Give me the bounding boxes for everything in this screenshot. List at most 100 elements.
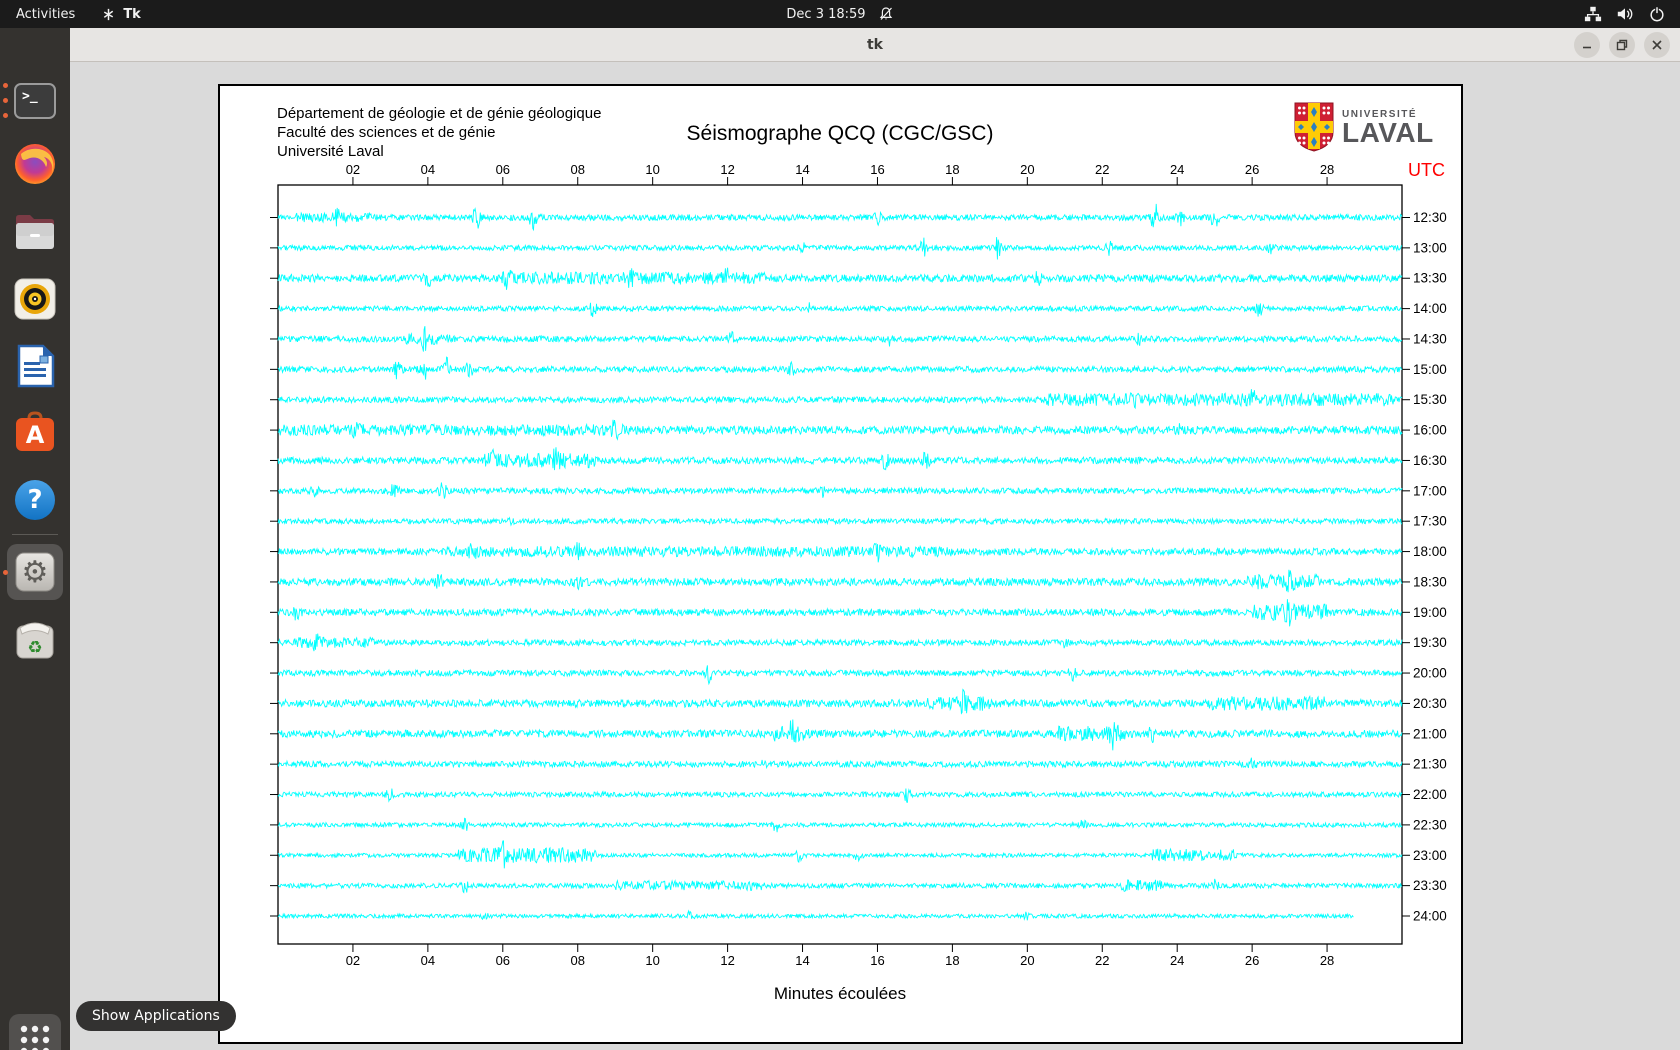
seismic-trace-19:30	[278, 634, 1402, 652]
dock-item-help[interactable]: ?	[11, 476, 59, 524]
seismic-trace-13:30	[278, 268, 1402, 290]
activities-button[interactable]: Activities	[0, 0, 91, 28]
seismic-trace-16:30	[278, 447, 1402, 470]
seismic-trace-21:30	[278, 758, 1402, 768]
libreoffice-writer-icon	[11, 342, 59, 390]
minimize-icon	[1581, 39, 1593, 51]
seismogram-plot: 0202040406060808101012121414161618182020…	[220, 86, 1461, 1042]
trace-time-label: 14:30	[1413, 331, 1447, 346]
x-tick-label-top: 26	[1245, 162, 1259, 177]
x-axis-title: Minutes écoulées	[278, 984, 1402, 1004]
trace-time-label: 23:30	[1413, 878, 1447, 893]
trace-time-label: 23:00	[1413, 848, 1447, 863]
x-tick-label-bottom: 26	[1245, 953, 1259, 968]
trace-time-label: 21:30	[1413, 757, 1447, 772]
dock-item-trash[interactable]: ♻	[11, 616, 59, 664]
running-indicator-dot	[3, 83, 8, 88]
help-icon: ?	[11, 476, 59, 524]
dock-item-ubuntu-software[interactable]: A	[11, 409, 59, 457]
dock-item-files[interactable]	[11, 208, 59, 256]
top-bar: Activities Tk Dec 3 18:59	[0, 0, 1680, 28]
terminal-icon: >_	[11, 77, 59, 125]
seismic-trace-21:00	[278, 720, 1402, 751]
maximize-button[interactable]	[1609, 32, 1635, 58]
trace-time-label: 17:30	[1413, 514, 1447, 529]
svg-text:>_: >_	[22, 89, 38, 104]
trash-icon: ♻	[11, 616, 59, 664]
svg-text:♻: ♻	[27, 638, 42, 658]
trace-time-label: 15:30	[1413, 392, 1447, 407]
close-icon	[1651, 39, 1663, 51]
trace-time-label: 21:00	[1413, 726, 1447, 741]
seismic-trace-22:30	[278, 818, 1402, 832]
trace-time-label: 12:30	[1413, 210, 1447, 225]
network-wired-icon	[1584, 5, 1602, 23]
trace-time-label: 14:00	[1413, 301, 1447, 316]
seismic-trace-17:30	[278, 518, 1402, 525]
x-tick-label-bottom: 04	[421, 953, 435, 968]
seismic-trace-18:00	[278, 542, 1402, 562]
seismic-trace-22:00	[278, 789, 1402, 803]
window-title: tk	[867, 37, 883, 53]
titlebar[interactable]: tk	[70, 28, 1680, 62]
seismic-trace-20:30	[278, 690, 1402, 714]
x-tick-label-bottom: 22	[1095, 953, 1109, 968]
trace-time-label: 13:30	[1413, 271, 1447, 286]
seismic-trace-20:00	[278, 665, 1402, 683]
show-applications-grid-icon	[18, 1023, 52, 1050]
running-indicator-dot	[3, 113, 8, 118]
x-tick-label-top: 02	[346, 162, 360, 177]
trace-time-label: 18:00	[1413, 544, 1447, 559]
dock-item-rhythmbox[interactable]	[11, 275, 59, 323]
x-tick-label-top: 06	[496, 162, 510, 177]
close-button[interactable]	[1644, 32, 1670, 58]
volume-icon	[1616, 5, 1634, 23]
tk-window: tk Département de géologie et de génie g…	[70, 28, 1680, 1050]
trace-time-label: 22:30	[1413, 817, 1447, 832]
appmenu-label: Tk	[123, 7, 141, 22]
seismic-trace-14:30	[278, 326, 1402, 351]
trace-time-label: 19:30	[1413, 635, 1447, 650]
x-tick-label-bottom: 14	[795, 953, 809, 968]
x-tick-label-top: 12	[720, 162, 734, 177]
clock[interactable]: Dec 3 18:59	[730, 0, 950, 28]
trace-time-label: 16:30	[1413, 453, 1447, 468]
minimize-button[interactable]	[1574, 32, 1600, 58]
x-tick-label-top: 16	[870, 162, 884, 177]
appmenu-tk[interactable]: Tk	[91, 0, 151, 28]
svg-text:A: A	[26, 421, 45, 449]
x-tick-label-top: 14	[795, 162, 809, 177]
x-tick-label-top: 22	[1095, 162, 1109, 177]
seismograph-canvas: Département de géologie et de génie géol…	[218, 84, 1463, 1044]
plot-border	[278, 185, 1402, 944]
ubuntu-software-icon: A	[11, 409, 59, 457]
x-tick-label-top: 10	[645, 162, 659, 177]
notifications-muted-icon	[878, 6, 894, 22]
x-tick-label-bottom: 08	[570, 953, 584, 968]
running-indicator-dot	[3, 98, 8, 103]
x-tick-label-top: 20	[1020, 162, 1034, 177]
show-applications-tooltip: Show Applications	[76, 1001, 236, 1031]
seismic-trace-23:30	[278, 879, 1402, 893]
trace-time-label: 20:30	[1413, 696, 1447, 711]
x-tick-label-top: 18	[945, 162, 959, 177]
dock-item-firefox[interactable]	[11, 140, 59, 188]
running-indicator-dot	[3, 570, 8, 575]
tk-icon	[101, 7, 116, 22]
system-status-area[interactable]	[1584, 0, 1672, 28]
trace-time-label: 22:00	[1413, 787, 1447, 802]
dock-item-settings[interactable]: ⚙	[11, 548, 59, 596]
trace-time-label: 16:00	[1413, 423, 1447, 438]
seismic-trace-13:00	[278, 237, 1402, 259]
x-tick-label-bottom: 02	[346, 953, 360, 968]
settings-gear-icon: ⚙	[11, 548, 59, 596]
trace-time-label: 24:00	[1413, 909, 1447, 924]
trace-time-label: 15:00	[1413, 362, 1447, 377]
trace-time-label: 18:30	[1413, 574, 1447, 589]
dock-item-terminal[interactable]: >_	[11, 77, 59, 125]
x-tick-label-bottom: 20	[1020, 953, 1034, 968]
dock-item-libreoffice-writer[interactable]	[11, 342, 59, 390]
show-applications-button[interactable]	[9, 1014, 61, 1050]
firefox-icon	[11, 140, 59, 188]
seismic-trace-15:30	[278, 389, 1402, 408]
